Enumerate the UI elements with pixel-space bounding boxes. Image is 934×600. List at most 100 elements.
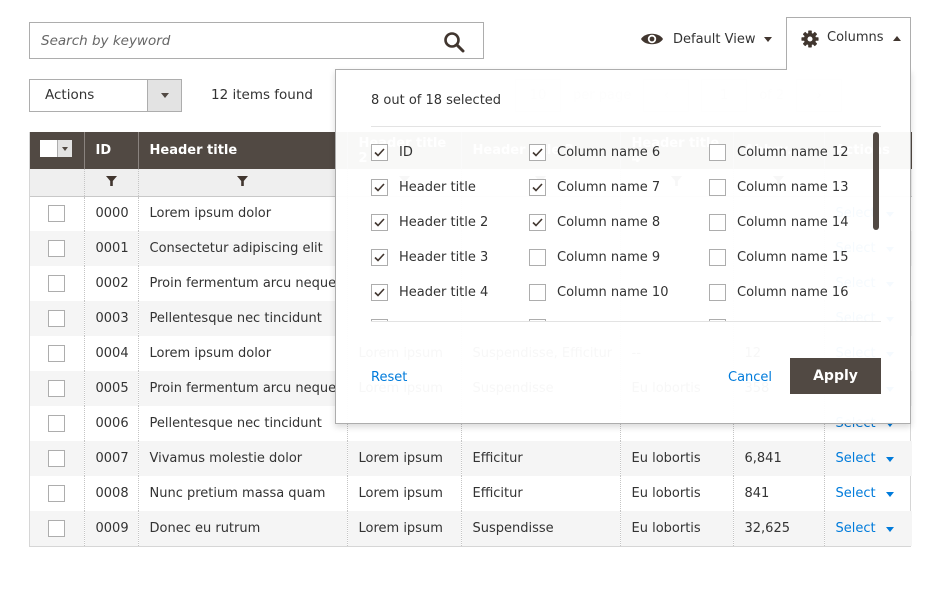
column-option[interactable]: Column name 13 bbox=[709, 170, 879, 205]
table-row[interactable]: 0009 Donec eu rutrum Lorem ipsum Suspendiss… bbox=[30, 511, 912, 546]
column-option[interactable]: Column name 10 bbox=[529, 275, 709, 310]
reset-button[interactable]: Reset bbox=[371, 370, 407, 385]
checkmark-icon bbox=[532, 148, 543, 157]
filter-icon[interactable] bbox=[105, 175, 117, 186]
apply-button[interactable]: Apply bbox=[790, 358, 881, 394]
column-option-label: Column name 10 bbox=[557, 285, 669, 300]
cell-h2: Lorem ipsum bbox=[346, 476, 461, 511]
cell-title: Consectetur adipiscing elit bbox=[137, 231, 347, 266]
column-option-checkbox[interactable] bbox=[371, 214, 388, 231]
row-action-select[interactable]: Select bbox=[836, 521, 894, 536]
row-action-select[interactable]: Select bbox=[836, 451, 894, 466]
select-label: Select bbox=[835, 451, 876, 466]
row-checkbox[interactable] bbox=[48, 345, 66, 362]
column-option-checkbox[interactable] bbox=[371, 319, 388, 321]
column-option-checkbox[interactable] bbox=[371, 284, 388, 301]
cell-title: Pellentesque nec tincidunt bbox=[137, 406, 347, 441]
column-option-checkbox[interactable] bbox=[529, 179, 546, 196]
cancel-button[interactable]: Cancel bbox=[728, 370, 772, 385]
column-option-checkbox[interactable] bbox=[709, 214, 726, 231]
table-row[interactable]: 0008 Nunc pretium massa quam Lorem ipsum Ef… bbox=[30, 476, 912, 511]
mass-select-checkbox[interactable] bbox=[40, 140, 72, 157]
cell-title: Proin fermentum arcu neque bbox=[137, 266, 347, 301]
row-checkbox[interactable] bbox=[48, 450, 66, 467]
column-option[interactable]: Column name 8 bbox=[529, 205, 709, 240]
row-checkbox[interactable] bbox=[48, 380, 66, 397]
column-option-checkbox[interactable] bbox=[529, 319, 546, 321]
column-option[interactable]: Column name 7 bbox=[529, 170, 709, 205]
actions-dropdown[interactable]: Actions bbox=[29, 79, 182, 112]
column-option-checkbox[interactable] bbox=[529, 284, 546, 301]
row-checkbox[interactable] bbox=[48, 205, 66, 223]
column-option[interactable]: Column name 15 bbox=[709, 240, 879, 275]
cell-id: 0002 bbox=[83, 266, 138, 301]
row-select-cell bbox=[30, 231, 84, 266]
column-option-checkbox[interactable] bbox=[529, 249, 546, 266]
row-checkbox[interactable] bbox=[48, 415, 66, 432]
column-option-checkbox[interactable] bbox=[709, 179, 726, 196]
search-input[interactable] bbox=[30, 23, 483, 58]
mass-select-toggle[interactable] bbox=[57, 140, 72, 157]
row-checkbox[interactable] bbox=[48, 240, 66, 257]
columns-button[interactable]: Columns bbox=[786, 17, 911, 70]
row-select-cell bbox=[30, 406, 84, 441]
filter-icon[interactable] bbox=[237, 175, 248, 186]
select-label: Select bbox=[835, 521, 876, 536]
row-select-cell bbox=[30, 301, 84, 336]
column-option-label: Column name 8 bbox=[557, 215, 661, 230]
columns-list-scrollbar[interactable] bbox=[873, 132, 879, 230]
table-row[interactable]: 0007 Vivamus molestie dolor Lorem ipsum Eff… bbox=[30, 441, 912, 476]
column-option[interactable]: Column name 18 bbox=[709, 310, 879, 321]
row-checkbox[interactable] bbox=[48, 520, 66, 537]
column-option-label: Column name 15 bbox=[737, 250, 849, 265]
column-option[interactable]: Header title 2 bbox=[371, 205, 529, 240]
row-select-cell bbox=[30, 441, 84, 476]
row-action-select[interactable]: Select bbox=[836, 486, 894, 501]
column-option[interactable]: Column name 11 bbox=[529, 310, 709, 321]
column-option[interactable]: Column name 9 bbox=[529, 240, 709, 275]
cell-abbr: 32,625 bbox=[732, 511, 824, 546]
cell-abbr: 6,841 bbox=[732, 441, 824, 476]
column-option[interactable]: Column name 14 bbox=[709, 205, 879, 240]
cell-actions: Select bbox=[823, 476, 912, 511]
column-option-checkbox[interactable] bbox=[371, 179, 388, 196]
cell-h4: Eu lobortis bbox=[619, 441, 733, 476]
checkmark-icon bbox=[374, 183, 385, 192]
column-option-checkbox[interactable] bbox=[529, 214, 546, 231]
default-view-dropdown[interactable]: Default View bbox=[640, 28, 773, 50]
column-option-checkbox[interactable] bbox=[529, 144, 546, 161]
column-header-title[interactable]: Header title bbox=[137, 132, 347, 169]
cell-h3: Efficitur bbox=[460, 476, 620, 511]
row-checkbox[interactable] bbox=[48, 275, 66, 292]
column-option-checkbox[interactable] bbox=[709, 284, 726, 301]
column-option-checkbox[interactable] bbox=[371, 144, 388, 161]
column-option[interactable]: Header title 3 bbox=[371, 240, 529, 275]
column-option-checkbox[interactable] bbox=[709, 249, 726, 266]
search-icon[interactable] bbox=[443, 31, 465, 53]
chevron-down-icon bbox=[885, 492, 894, 497]
column-option-checkbox[interactable] bbox=[709, 144, 726, 161]
column-option[interactable]: Abbreviated title bbox=[371, 310, 529, 321]
column-option[interactable]: Header title 4 bbox=[371, 275, 529, 310]
checkmark-icon bbox=[374, 148, 385, 157]
column-option-label: Column name 18 bbox=[737, 320, 848, 321]
columns-label: Columns bbox=[827, 30, 884, 45]
column-option[interactable]: Header title bbox=[371, 170, 529, 205]
column-option-checkbox[interactable] bbox=[709, 319, 726, 321]
column-option[interactable]: Column name 12 bbox=[709, 135, 879, 170]
cell-h4: Eu lobortis bbox=[619, 476, 733, 511]
row-checkbox[interactable] bbox=[48, 310, 66, 327]
mass-select-header bbox=[30, 132, 84, 169]
row-checkbox[interactable] bbox=[48, 485, 66, 502]
chevron-down-icon bbox=[885, 457, 894, 462]
columns-options: ID Header title Header title 2 Header title… bbox=[371, 135, 879, 321]
row-select-cell bbox=[30, 336, 84, 371]
column-option-checkbox[interactable] bbox=[371, 249, 388, 266]
column-option[interactable]: Column name 16 bbox=[709, 275, 879, 310]
column-option[interactable]: ID bbox=[371, 135, 529, 170]
column-option[interactable]: Column name 6 bbox=[529, 135, 709, 170]
actions-toggle[interactable] bbox=[147, 80, 181, 111]
column-header-id[interactable]: ID bbox=[83, 132, 138, 169]
select-all-checkbox[interactable] bbox=[40, 140, 57, 157]
eye-icon bbox=[641, 33, 663, 45]
